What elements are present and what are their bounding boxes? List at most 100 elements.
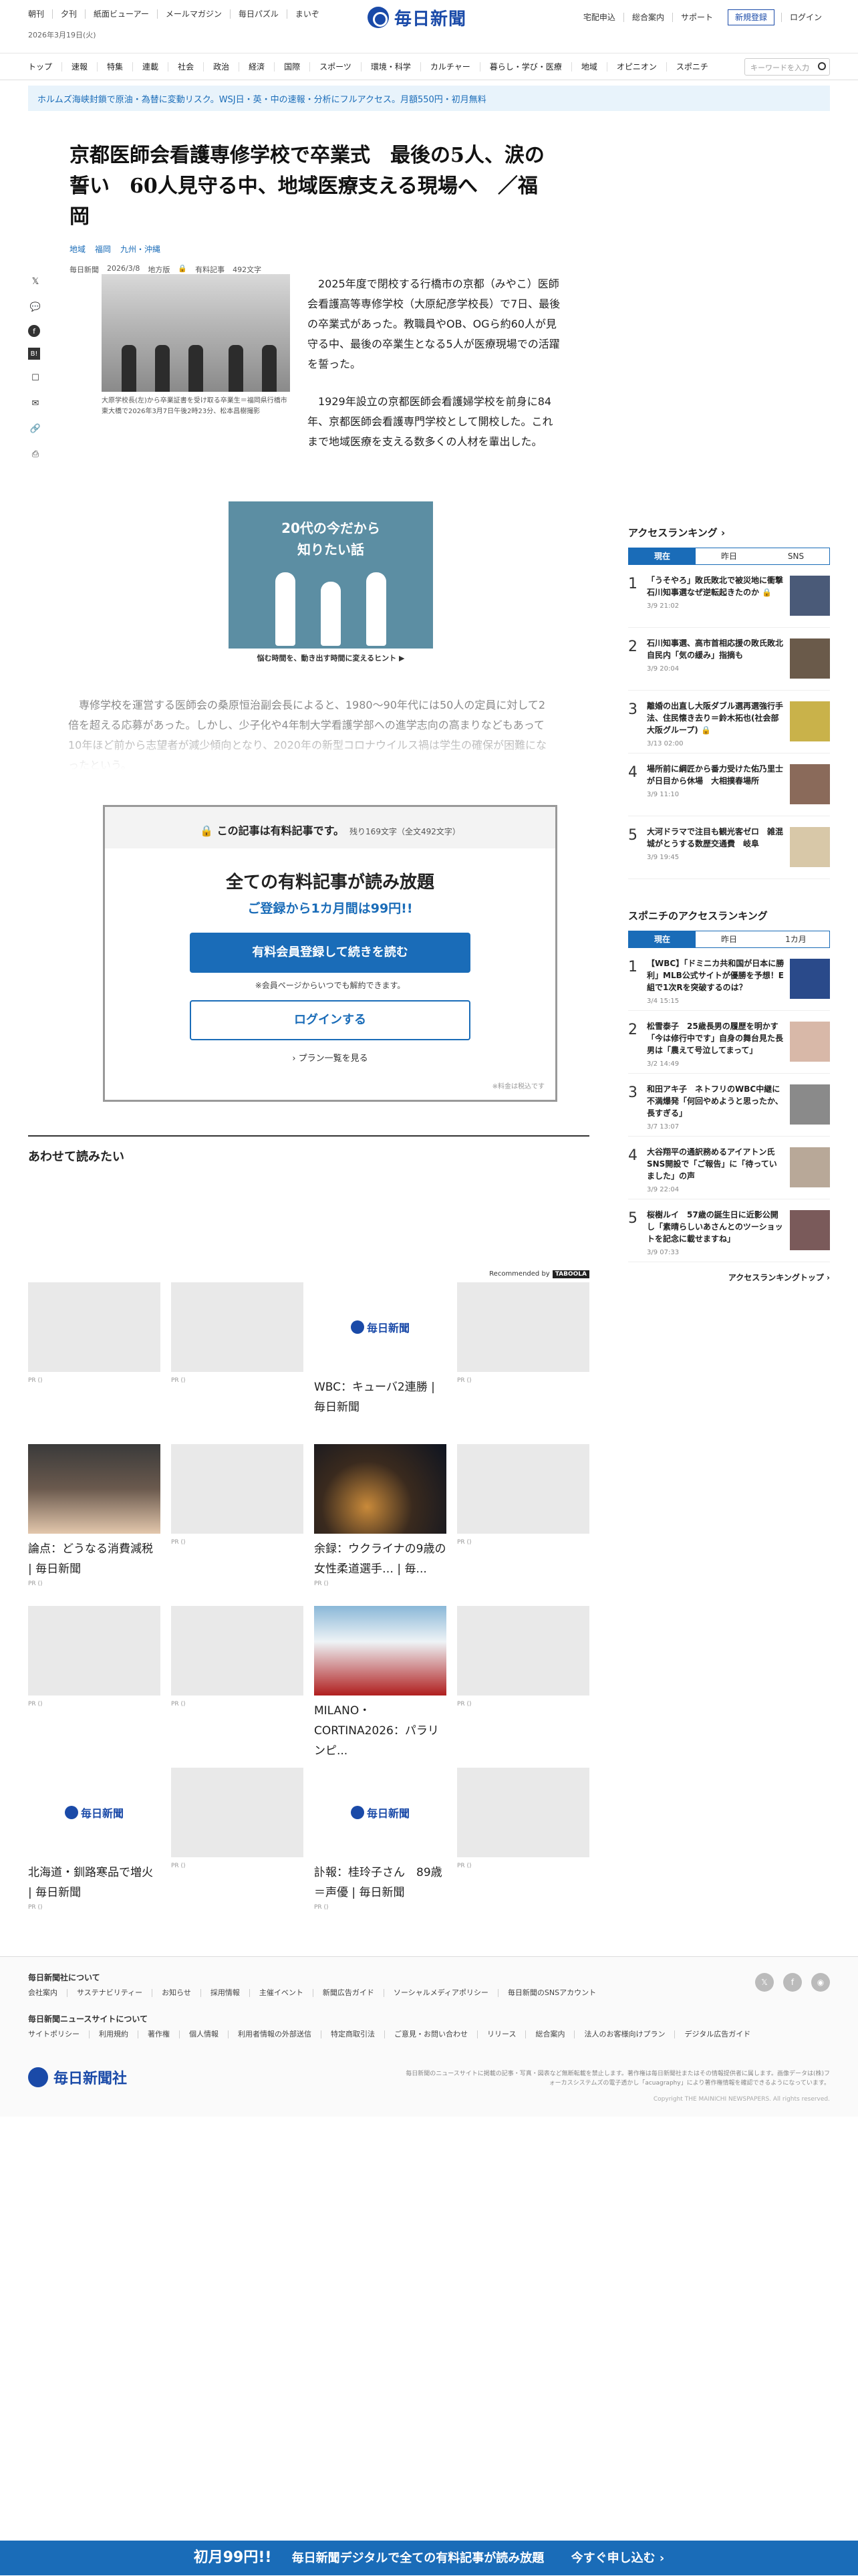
footer-link[interactable]: デジタル広告ガイド [674,2030,760,2038]
rank-title[interactable]: 和田アキ子 ネトフリのWBC中継に不満爆発「何回やめようと思ったか、長すぎる」 [647,1083,784,1119]
tag-region[interactable]: 地域 [69,243,86,255]
recommend-card[interactable]: 毎日新聞 訃報：桂玲子さん 89歳＝声優 | 毎日新聞 PR () [314,1768,446,1911]
recommend-title[interactable]: 余録：ウクライナの9歳の女性柔道選手… | 毎... [314,1539,446,1579]
register-continue-button[interactable]: 有料会員登録して続きを読む [190,933,470,973]
footer-link[interactable]: 新聞広告ガイド [312,1989,384,1997]
rank-thumbnail[interactable] [790,576,830,616]
x-icon[interactable]: 𝕏 [755,1973,774,1992]
rank-thumbnail[interactable] [790,1022,830,1062]
footer-link[interactable]: 利用者情報の外部送信 [228,2030,321,2038]
bookmark-icon[interactable]: ☐ [28,370,43,385]
ranking-item[interactable]: 3 離婚の出直し大阪ダブル選再選強行手法、住民懐き去り＝鈴木拓也(社会部大阪グルー… [628,691,830,753]
link-mailmag[interactable]: メールマガジン [156,9,230,19]
footer-link[interactable]: 総合案内 [525,2030,574,2038]
tag-kyushu[interactable]: 九州・沖縄 [120,243,160,255]
footer-link[interactable]: 主催イベント [249,1989,313,1997]
nav-item-feature[interactable]: 特集 [97,62,132,72]
ranking-item[interactable]: 1 【WBC】「ドミニカ共和国が日本に勝利」MLB公式サイトが優勝を予想！E組で1… [628,948,830,1011]
link-icon[interactable]: 🔗 [28,421,43,436]
advertisement[interactable]: 20代の今だから 知りたい話 悩む時間を、動き出す時間に変えるヒント ▶ [229,501,433,669]
rank-title[interactable]: 「うそやろ」敗氏敗北で被災地に衝撃 石川知事選なぜ逆転起きたのか 🔒 [647,574,791,598]
recommend-title[interactable]: 訃報：桂玲子さん 89歳＝声優 | 毎日新聞 [314,1863,446,1903]
x-share-icon[interactable]: 𝕏 [28,274,43,289]
nav-item-society[interactable]: 社会 [168,62,203,72]
footer-link[interactable]: サイトポリシー [28,2030,89,2038]
rank-thumbnail[interactable] [790,701,830,741]
nav-item-culture[interactable]: カルチャー [420,62,480,72]
footer-link[interactable]: 会社案内 [28,1989,67,1997]
tab-sponichi-yesterday[interactable]: 昨日 [696,931,762,947]
recommend-thumbnail[interactable] [171,1444,303,1534]
recommend-title[interactable]: MILANO・CORTINA2026：パラリンピ... [314,1701,446,1761]
tab-sponichi-now[interactable]: 現在 [629,931,696,947]
recommend-thumbnail[interactable] [171,1282,303,1372]
recommend-thumbnail[interactable] [28,1606,160,1695]
recommend-thumbnail[interactable] [457,1444,589,1534]
ranking-item[interactable]: 2 石川知事選、高市首相応援の敗氏敗北 自民内「気の緩み」指摘も 3/9 20:04 [628,628,830,691]
footer-link[interactable]: ソーシャルメディアポリシー [383,1989,498,1997]
link-morning[interactable]: 朝刊 [28,9,52,19]
ranking-item[interactable]: 4 場所前に綱匠から番力受けた佑乃里士が日目から休場 大相撲春場所 3/9 11:1… [628,753,830,816]
recommend-card[interactable]: PR () [171,1282,303,1384]
recommend-thumbnail[interactable] [28,1282,160,1372]
register-button[interactable]: 新規登録 [727,9,774,25]
footer-link[interactable]: 個人情報 [179,2030,228,2038]
rank-thumbnail[interactable] [790,959,830,999]
recommend-title[interactable]: 北海道・釧路寒品で増火 | 毎日新聞 [28,1863,160,1903]
promo-ticker[interactable]: ホルムズ海峡封鎖で原油・為替に変動リスク。WSJ日・英・中の速報・分析にフルアク… [28,86,830,111]
nav-item-world[interactable]: 国際 [274,62,309,72]
ranking-item[interactable]: 5 桜樹ルイ 57歳の誕生日に近影公開し「素晴らしいあさんとのツーショットを記念に… [628,1199,830,1262]
link-delivery[interactable]: 宅配申込 [575,13,623,22]
footer-link[interactable]: 著作権 [138,2030,179,2038]
recommend-thumbnail[interactable]: 毎日新聞 [28,1768,160,1857]
link-support[interactable]: サポート [672,13,721,22]
tab-sns[interactable]: SNS [762,548,829,564]
nav-item-politics[interactable]: 政治 [203,62,239,72]
rank-title[interactable]: 大河ドラマで注目も観光客ゼロ 雑混城がとうする数歴交通費 岐阜 [647,826,784,850]
search-input[interactable]: キーワードを入力 [744,58,830,76]
facebook-icon[interactable]: f [783,1973,802,1992]
recommend-card[interactable]: 毎日新聞 WBC：キューバ2連勝 | 毎日新聞 [314,1282,446,1419]
rss-icon[interactable]: ◉ [811,1973,830,1992]
recommend-thumbnail[interactable] [314,1606,446,1695]
recommend-card[interactable]: PR () [28,1606,160,1708]
ranking-item[interactable]: 2 松雪泰子 25歳長男の履歴を明かす「今は修行中です」自身の舞台見た長男は「農え… [628,1011,830,1074]
plans-link[interactable]: › プラン一覧を見る [105,1051,555,1064]
subscribe-bar[interactable]: 初月99円!! 毎日新聞デジタルで全ての有料記事が読み放題 今すぐ申し込む › [0,2541,858,2575]
link-maizo[interactable]: まいぞ [286,9,327,19]
recommend-title[interactable]: 論点：どうなる消費減税 | 毎日新聞 [28,1539,160,1579]
recommend-thumbnail[interactable] [457,1606,589,1695]
recommend-card[interactable]: PR () [171,1606,303,1708]
recommend-card[interactable]: PR () [457,1768,589,1869]
recommend-thumbnail[interactable]: 毎日新聞 [314,1768,446,1857]
recommend-thumbnail[interactable]: 毎日新聞 [314,1282,446,1372]
tag-fukuoka[interactable]: 福岡 [95,243,111,255]
recommend-card[interactable]: 余録：ウクライナの9歳の女性柔道選手… | 毎... PR () [314,1444,446,1587]
rank-title[interactable]: 大谷翔平の通訳務めるアイアトン氏 SNS開設で「ご報告」に「待っていました」の声 [647,1146,784,1182]
recommend-card[interactable]: PR () [457,1606,589,1708]
recommend-thumbnail[interactable] [314,1444,446,1534]
rank-thumbnail[interactable] [790,1147,830,1187]
footer-link[interactable]: リリース [477,2030,525,2038]
nav-item-region[interactable]: 地域 [571,62,607,72]
nav-item-opinion[interactable]: オピニオン [606,62,666,72]
rank-title[interactable]: 場所前に綱匠から番力受けた佑乃里士が日目から休場 大相撲春場所 [647,763,784,787]
tab-now[interactable]: 現在 [629,548,696,564]
ad-cta[interactable]: 悩む時間を、動き出す時間に変えるヒント ▶ [229,649,433,669]
mail-icon[interactable]: ✉ [28,396,43,411]
recommend-thumbnail[interactable] [171,1606,303,1695]
ranking-more-link[interactable]: アクセスランキングトップ › [628,1272,830,1283]
nav-item-sponichi[interactable]: スポニチ [666,62,718,72]
nav-item-economy[interactable]: 経済 [239,62,274,72]
hatena-icon[interactable]: B! [28,348,40,360]
nav-item-sports[interactable]: スポーツ [309,62,361,72]
facebook-icon[interactable]: f [28,325,40,337]
footer-link[interactable]: 毎日新聞のSNSアカウント [497,1989,605,1997]
nav-item-top[interactable]: トップ [28,62,61,72]
rank-title[interactable]: 松雪泰子 25歳長男の履歴を明かす「今は修行中です」自身の舞台見た長男は「農えて… [647,1020,784,1056]
recommend-card[interactable]: 毎日新聞 北海道・釧路寒品で増火 | 毎日新聞 PR () [28,1768,160,1911]
nav-item-breaking[interactable]: 速報 [61,62,97,72]
footer-link[interactable]: 利用規約 [89,2030,138,2038]
ranking-title[interactable]: アクセスランキング › [628,525,830,540]
tab-yesterday[interactable]: 昨日 [696,548,762,564]
